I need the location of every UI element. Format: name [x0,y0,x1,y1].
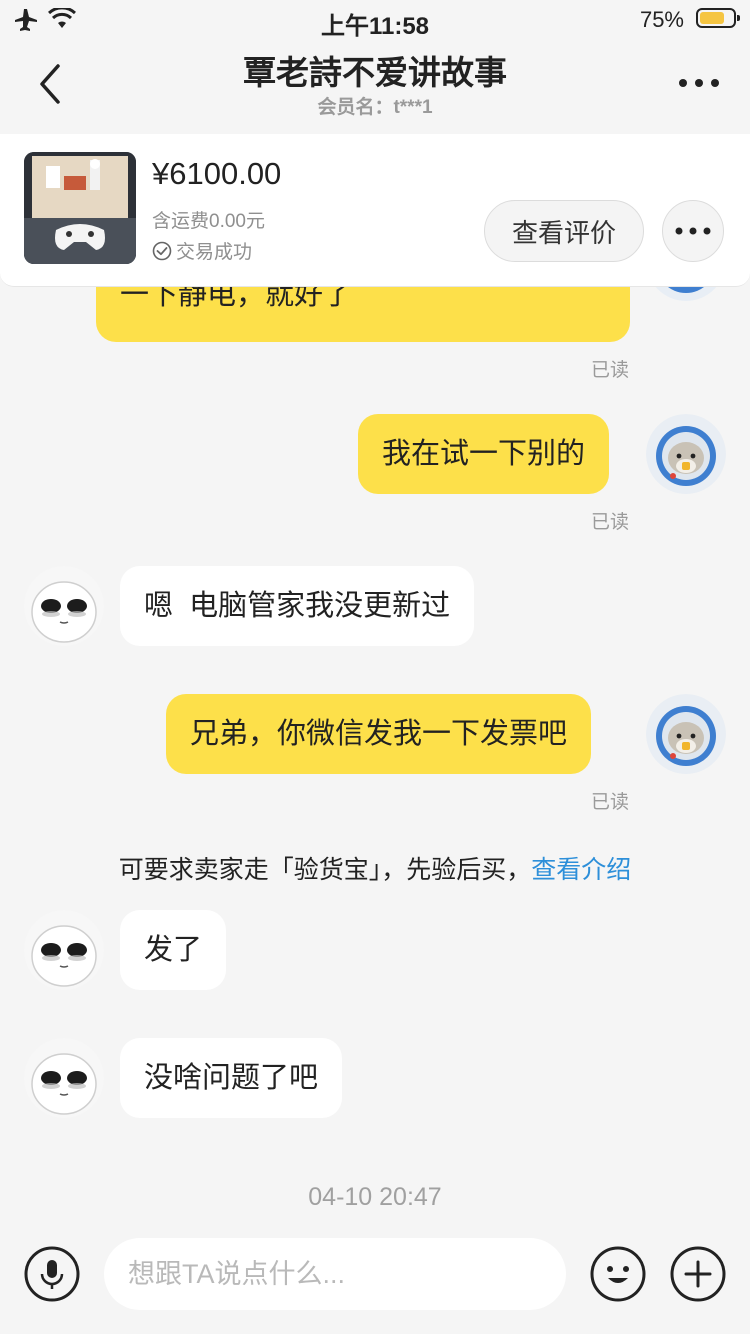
avatar-image [655,287,717,301]
read-receipt: 已读 [591,360,630,381]
emoji-icon[interactable] [590,1246,646,1302]
read-receipt: 已读 [591,792,630,813]
message-bubble-received[interactable]: 嗯 电脑管家我没更新过 [120,566,475,646]
contact-avatar[interactable] [24,1038,104,1118]
my-avatar[interactable] [646,414,726,494]
input-bar [0,1228,750,1334]
message-text: 我在试一下别的 [382,438,586,470]
avatar-image [646,414,726,494]
microphone-icon[interactable] [24,1246,80,1302]
battery-level-fill [700,12,724,24]
more-dots-icon [675,227,711,235]
product-shipping: 含运费0.00元 [152,211,265,232]
chat-header: 覃老詩不爱讲故事 会员名：t***1 [0,40,750,134]
product-status: 交易成功 [152,237,252,264]
system-tip-text: 可要求卖家走「验货宝」，先验后买， [118,856,532,884]
chat-title: 覃老詩不爱讲故事 [243,54,507,91]
add-icon[interactable] [670,1246,726,1302]
message-text: 一下静电，就好了 [120,287,353,311]
message-timestamp: 04-10 20:47 [308,1183,442,1211]
message-bubble-received[interactable]: 发了 [120,910,227,990]
battery-icon [696,8,740,28]
avatar-image [24,1038,104,1118]
avatar-image [24,566,104,646]
message-bubble-received[interactable]: 没啥问题了吧 [120,1038,343,1118]
status-time: 上午11:58 [320,13,430,40]
product-more-button[interactable] [662,200,724,262]
product-image[interactable] [24,152,136,264]
more-icon[interactable] [678,68,720,98]
read-receipt: 已读 [591,512,630,533]
product-status-label: 交易成功 [176,242,253,263]
product-card[interactable]: ¥6100.00 含运费0.00元 交易成功 查看评价 [0,134,750,287]
message-bubble-sent[interactable]: 我在试一下别的 [358,414,610,494]
message-input[interactable] [104,1238,566,1310]
system-tip: 可要求卖家走「验货宝」，先验后买，查看介绍 [0,850,750,886]
message-text: 没啥问题了吧 [144,1062,319,1094]
member-name: 会员名：t***1 [317,97,433,118]
product-photo [24,152,136,264]
my-avatar[interactable] [646,694,726,774]
my-avatar[interactable] [646,287,726,301]
view-reviews-button[interactable]: 查看评价 [484,200,644,262]
message-text: 发了 [144,934,203,966]
message-text: 嗯 电脑管家我没更新过 [144,590,451,622]
contact-avatar[interactable] [24,566,104,646]
battery-percent: 75% [639,7,684,32]
status-bar: 上午11:58 75% [0,0,750,40]
avatar-image [646,694,726,774]
message-list[interactable]: 一下静电，就好了 已读 我在试一下别的 已读 嗯 电脑管家我没更新过 兄弟，你微… [0,287,750,1227]
product-price: ¥6100.00 [152,156,282,191]
check-circle-icon [152,241,172,260]
avatar-image [24,910,104,990]
message-bubble-sent[interactable]: 一下静电，就好了 [96,287,630,342]
message-bubble-sent[interactable]: 兄弟，你微信发我一下发票吧 [166,694,592,774]
view-intro-link[interactable]: 查看介绍 [531,856,631,884]
message-text: 兄弟，你微信发我一下发票吧 [190,718,568,750]
contact-avatar[interactable] [24,910,104,990]
